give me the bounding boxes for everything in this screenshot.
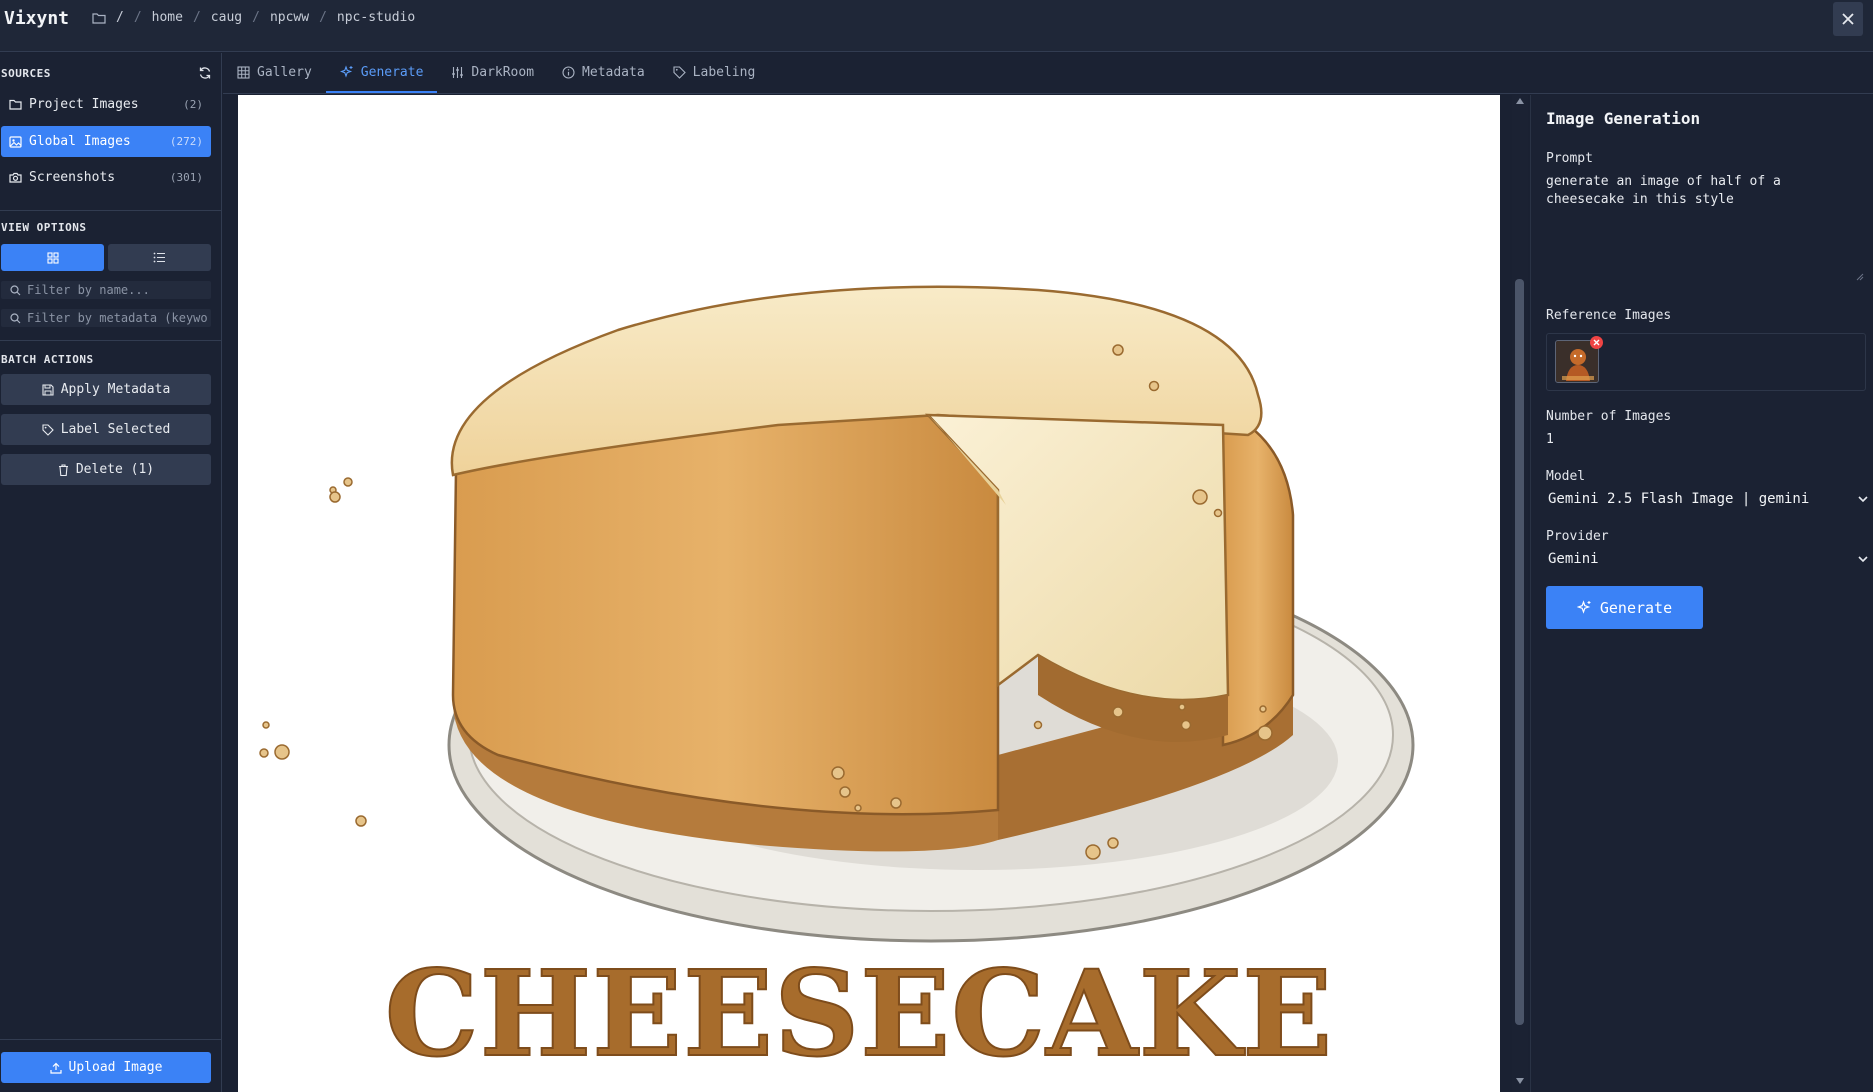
delete-label: Delete (1) bbox=[75, 462, 155, 477]
resize-grip-icon[interactable] bbox=[1856, 273, 1864, 281]
scroll-thumb[interactable] bbox=[1515, 279, 1524, 1025]
tag-icon bbox=[673, 65, 686, 79]
folder-icon bbox=[9, 99, 23, 110]
canvas-scrollbar[interactable] bbox=[1512, 95, 1528, 1092]
image-title-text: CHEESECAKE bbox=[385, 944, 1333, 1083]
divider bbox=[0, 340, 222, 341]
search-icon bbox=[10, 312, 21, 324]
source-count: (301) bbox=[169, 171, 203, 184]
prompt-input[interactable]: generate an image of half of a cheesecak… bbox=[1546, 173, 1866, 283]
scroll-down-icon[interactable] bbox=[1516, 1078, 1524, 1084]
upload-label: Upload Image bbox=[68, 1060, 163, 1075]
refresh-icon[interactable] bbox=[198, 66, 212, 80]
sparkle-icon bbox=[1576, 600, 1592, 615]
breadcrumb: / / home / caug / npcww / npc-studio bbox=[92, 10, 415, 25]
folder-icon bbox=[92, 12, 106, 24]
number-of-images-input[interactable]: 1 bbox=[1546, 432, 1554, 447]
reference-images-label: Reference Images bbox=[1546, 308, 1672, 323]
generate-label: Generate bbox=[1599, 598, 1673, 617]
label-selected-label: Label Selected bbox=[60, 422, 171, 437]
source-count: (2) bbox=[183, 98, 203, 111]
list-icon bbox=[153, 252, 166, 263]
panel-title: Image Generation bbox=[1546, 109, 1701, 128]
close-icon bbox=[1841, 12, 1855, 26]
source-global-images[interactable]: Global Images (272) bbox=[1, 126, 211, 157]
breadcrumb-caug[interactable]: caug bbox=[211, 10, 242, 25]
tab-label: Labeling bbox=[692, 64, 756, 80]
camera-icon bbox=[9, 172, 23, 183]
upload-icon bbox=[49, 1062, 62, 1074]
model-value: Gemini 2.5 Flash Image | gemini bbox=[1548, 491, 1810, 507]
sparkle-icon bbox=[339, 65, 354, 79]
prompt-label: Prompt bbox=[1546, 151, 1593, 166]
tab-label: Generate bbox=[360, 64, 424, 80]
generation-panel: Image Generation Prompt generate an imag… bbox=[1530, 95, 1873, 1092]
close-button[interactable] bbox=[1833, 2, 1863, 36]
tab-gallery[interactable]: Gallery bbox=[223, 53, 326, 93]
breadcrumb-npc-studio[interactable]: npc-studio bbox=[337, 10, 415, 25]
apply-metadata-label: Apply Metadata bbox=[60, 382, 171, 397]
view-options-title: VIEW OPTIONS bbox=[1, 221, 87, 234]
divider bbox=[0, 210, 222, 211]
close-icon bbox=[1593, 339, 1600, 346]
app-title: Vixynt bbox=[4, 8, 70, 29]
generate-button[interactable]: Generate bbox=[1546, 586, 1703, 629]
cheesecake-illustration: CHEESECAKE bbox=[259, 285, 1415, 1084]
sources-header: SOURCES bbox=[0, 65, 216, 83]
list-view-button[interactable] bbox=[108, 244, 211, 271]
label-selected-button[interactable]: Label Selected bbox=[1, 414, 211, 445]
divider bbox=[0, 1039, 222, 1040]
tab-metadata[interactable]: Metadata bbox=[548, 53, 659, 93]
tab-label: DarkRoom bbox=[471, 64, 535, 80]
tab-label: Metadata bbox=[582, 64, 645, 80]
source-count: (272) bbox=[169, 135, 203, 148]
image-canvas[interactable]: CHEESECAKE bbox=[238, 95, 1500, 1092]
sidebar: SOURCES Project Images (2) Global Images… bbox=[0, 53, 222, 1092]
image-icon bbox=[9, 135, 23, 148]
trash-icon bbox=[58, 463, 69, 476]
delete-button[interactable]: Delete (1) bbox=[1, 454, 211, 485]
remove-reference-button[interactable] bbox=[1590, 336, 1603, 349]
source-label: Global Images bbox=[29, 134, 131, 149]
provider-value: Gemini bbox=[1548, 551, 1599, 567]
apply-metadata-button[interactable]: Apply Metadata bbox=[1, 374, 211, 405]
source-project-images[interactable]: Project Images (2) bbox=[1, 89, 211, 120]
model-label: Model bbox=[1546, 469, 1586, 484]
sources-title: SOURCES bbox=[1, 67, 51, 80]
filter-metadata-field[interactable] bbox=[1, 309, 211, 327]
search-icon bbox=[10, 284, 21, 296]
source-label: Screenshots bbox=[29, 170, 116, 185]
top-bar: Vixynt / / home / caug / npcww / npc-stu… bbox=[0, 0, 1873, 52]
breadcrumb-root[interactable]: / bbox=[116, 10, 124, 25]
chevron-down-icon bbox=[1858, 495, 1868, 503]
reference-images-dropzone[interactable] bbox=[1546, 333, 1866, 391]
batch-actions-title: BATCH ACTIONS bbox=[1, 353, 94, 366]
scroll-up-icon[interactable] bbox=[1516, 98, 1524, 104]
grid-icon bbox=[237, 65, 250, 79]
tab-generate[interactable]: Generate bbox=[325, 53, 438, 93]
tag-icon bbox=[42, 423, 54, 436]
tab-label: Gallery bbox=[257, 64, 312, 80]
chevron-down-icon bbox=[1858, 555, 1868, 563]
filter-metadata-input[interactable] bbox=[27, 311, 207, 325]
tab-bar: Gallery Generate DarkRoom Metadata Label… bbox=[223, 53, 1873, 94]
breadcrumb-npcww[interactable]: npcww bbox=[270, 10, 309, 25]
tab-labeling[interactable]: Labeling bbox=[659, 53, 770, 93]
info-icon bbox=[562, 65, 575, 79]
model-select[interactable]: Gemini 2.5 Flash Image | gemini bbox=[1546, 488, 1868, 510]
grid-icon bbox=[46, 251, 59, 264]
upload-image-button[interactable]: Upload Image bbox=[1, 1052, 211, 1083]
filter-name-input[interactable] bbox=[27, 283, 207, 297]
source-screenshots[interactable]: Screenshots (301) bbox=[1, 162, 211, 193]
provider-label: Provider bbox=[1546, 529, 1609, 544]
sliders-icon bbox=[451, 66, 464, 79]
source-label: Project Images bbox=[29, 97, 139, 112]
provider-select[interactable]: Gemini bbox=[1546, 548, 1868, 570]
tab-darkroom[interactable]: DarkRoom bbox=[437, 53, 548, 93]
grid-view-button[interactable] bbox=[1, 244, 104, 271]
filter-name-field[interactable] bbox=[1, 281, 211, 299]
number-of-images-label: Number of Images bbox=[1546, 409, 1672, 424]
save-icon bbox=[42, 383, 54, 396]
breadcrumb-home[interactable]: home bbox=[152, 10, 183, 25]
